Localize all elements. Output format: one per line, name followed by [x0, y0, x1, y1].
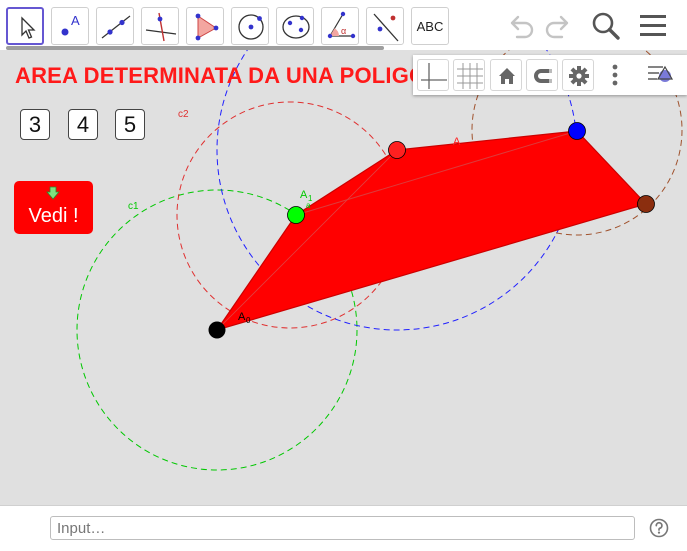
text-tool-label: ABC — [416, 18, 444, 34]
point-tool-label: A — [71, 13, 80, 28]
circle-tool-icon[interactable] — [231, 7, 269, 45]
input-field[interactable] — [50, 516, 635, 540]
undo-icon[interactable] — [503, 8, 539, 44]
label-a0: A — [238, 311, 246, 323]
help-icon[interactable] — [649, 518, 669, 538]
line-tool-icon[interactable] — [96, 7, 134, 45]
vedi-button-label: Vedi ! — [28, 205, 79, 227]
poligonale-area — [215, 130, 648, 332]
axes-icon[interactable] — [417, 59, 449, 91]
home-icon[interactable] — [490, 59, 522, 91]
vedi-button[interactable]: Vedi ! — [14, 181, 93, 234]
point-a2 — [388, 141, 406, 159]
perpendicular-line-tool-icon[interactable] — [141, 7, 179, 45]
input-bar — [0, 505, 687, 551]
point-a4 — [637, 195, 655, 213]
redo-icon[interactable] — [540, 8, 576, 44]
conic-tool-icon[interactable] — [276, 7, 314, 45]
angle-tool-icon[interactable]: α — [321, 7, 359, 45]
label-a0-sub: 0 — [246, 316, 251, 325]
move-tool-icon[interactable] — [6, 7, 44, 45]
grid-icon[interactable] — [453, 59, 485, 91]
graphics-view[interactable]: c1 c2 A 1 a A 0 A AREA DETERMINATA DA UN… — [0, 50, 687, 505]
point-tool-icon[interactable]: A — [51, 7, 89, 45]
angle-tool-label: α — [341, 26, 346, 36]
search-icon[interactable] — [588, 8, 624, 44]
label-segment-a: A — [453, 136, 461, 148]
label-c2: c2 — [178, 109, 189, 120]
point-a1 — [287, 206, 305, 224]
more-vertical-icon[interactable] — [599, 59, 631, 91]
style-bar — [413, 55, 687, 95]
point-a3 — [568, 122, 586, 140]
number-button-3[interactable]: 3 — [20, 109, 50, 140]
label-c1: c1 — [128, 201, 139, 212]
number-button-4[interactable]: 4 — [68, 109, 98, 140]
polygon-tool-icon[interactable] — [186, 7, 224, 45]
gear-icon[interactable] — [562, 59, 594, 91]
reflect-tool-icon[interactable] — [366, 7, 404, 45]
style-bar-toggle-icon[interactable] — [645, 59, 677, 91]
magnet-icon[interactable] — [526, 59, 558, 91]
label-a1-tiny: a — [306, 201, 311, 210]
number-button-5[interactable]: 5 — [115, 109, 145, 140]
point-a0 — [208, 321, 226, 339]
menu-icon[interactable] — [635, 8, 671, 44]
arrow-down-icon — [46, 186, 60, 200]
label-a1: A — [300, 189, 308, 201]
toolbar: A α ABC — [0, 0, 687, 50]
text-tool-icon[interactable]: ABC — [411, 7, 449, 45]
construction-drawing: c1 c2 A 1 a A 0 A — [76, 50, 683, 471]
